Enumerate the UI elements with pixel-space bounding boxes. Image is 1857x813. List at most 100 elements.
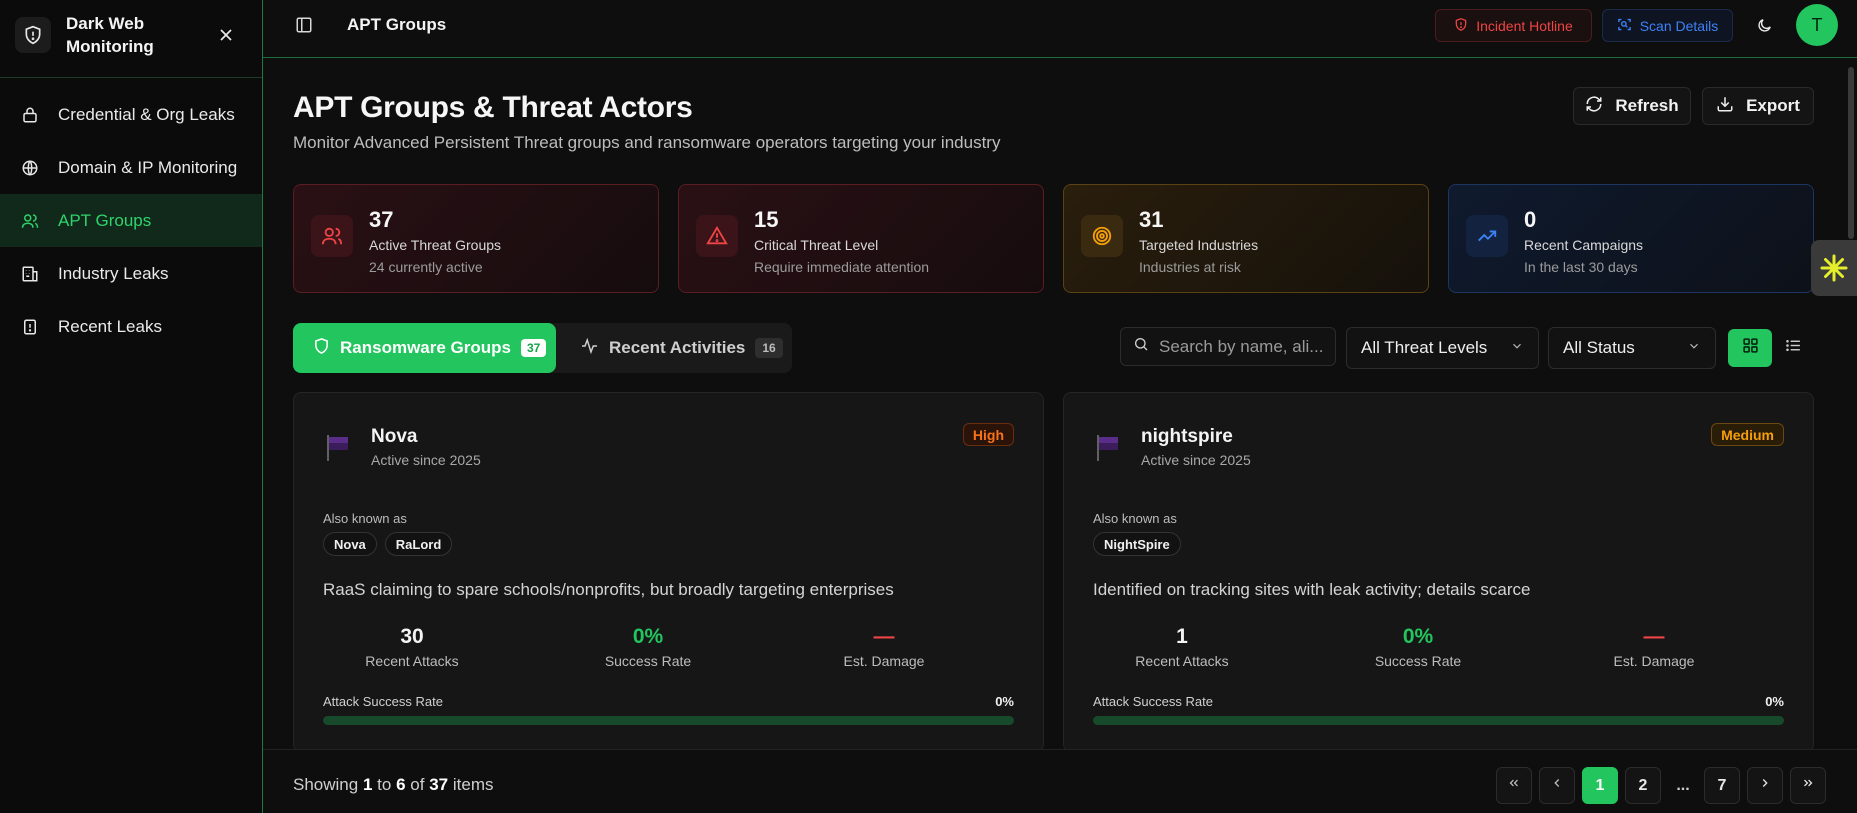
threat-level-badge: High [962, 423, 1014, 446]
chevron-down-icon [1510, 338, 1524, 358]
alias-list: NightSpire [1093, 532, 1181, 556]
scrollbar-thumb[interactable] [1848, 67, 1854, 239]
list-view-button[interactable] [1772, 329, 1814, 367]
metric-value: — [873, 625, 895, 648]
metric-est-damage: — Est. Damage [1536, 625, 1772, 669]
threat-level-select[interactable]: All Threat Levels [1346, 327, 1539, 369]
pagination-summary: Showing 1 to 6 of 37 items [293, 775, 493, 795]
sidebar-item-label: Recent Leaks [58, 316, 162, 336]
search-input[interactable]: Search by name, ali... [1120, 327, 1336, 366]
refresh-button[interactable]: Refresh [1573, 87, 1691, 125]
next-page-button[interactable] [1747, 767, 1783, 804]
page-title: APT Groups & Threat Actors [293, 91, 693, 124]
sidebar-toggle-icon[interactable] [295, 16, 317, 36]
last-page-button[interactable] [1790, 767, 1826, 804]
incident-hotline-label: Incident Hotline [1476, 17, 1573, 34]
moon-icon[interactable] [1753, 14, 1775, 36]
sidebar-item-recent-leaks[interactable]: Recent Leaks [0, 300, 262, 353]
building-icon [20, 264, 40, 284]
group-description: Identified on tracking sites with leak a… [1093, 580, 1531, 599]
grid-icon [1742, 337, 1759, 359]
search-placeholder: Search by name, ali... [1159, 336, 1324, 356]
stat-sub: Industries at risk [1139, 259, 1241, 275]
flag-icon [1096, 433, 1120, 463]
topbar: APT Groups Incident Hotline Scan Details… [263, 0, 1857, 58]
page-breadcrumb: APT Groups [347, 15, 447, 34]
pagination-footer: Showing 1 to 6 of 37 items 1 2 ... 7 [263, 749, 1857, 813]
target-icon [1081, 215, 1123, 257]
tab-bar: Ransomware Groups 37 Recent Activities 1… [293, 323, 792, 373]
scan-icon [1617, 17, 1632, 35]
page-button-2[interactable]: 2 [1625, 767, 1661, 804]
grid-view-button[interactable] [1728, 329, 1772, 367]
metric-success-rate: 0% Success Rate [530, 625, 766, 669]
threat-level-value: All Threat Levels [1361, 338, 1488, 357]
sidebar-item-credential-leaks[interactable]: Credential & Org Leaks [0, 88, 262, 141]
users-icon [311, 215, 353, 257]
page-button-1[interactable]: 1 [1582, 767, 1618, 804]
metric-value: 30 [400, 625, 424, 648]
avatar[interactable]: T [1796, 4, 1838, 46]
metric-label: Est. Damage [1613, 653, 1695, 669]
tab-count-badge: 16 [755, 338, 783, 358]
metric-label: Success Rate [604, 653, 692, 669]
metric-value: 0% [632, 625, 664, 648]
of-word: of [410, 775, 425, 794]
sidebar-nav: Credential & Org Leaks Domain & IP Monit… [0, 88, 262, 353]
sidebar: Dark Web Monitoring Credential & Org Lea… [0, 0, 263, 813]
assistant-icon[interactable] [1811, 240, 1857, 296]
page-button-7[interactable]: 7 [1704, 767, 1740, 804]
alias-list: Nova RaLord [323, 532, 453, 556]
sidebar-header: Dark Web Monitoring [0, 0, 262, 78]
refresh-icon [1585, 95, 1603, 118]
page-subtitle: Monitor Advanced Persistent Threat group… [293, 133, 1001, 152]
range-from: 1 [362, 775, 373, 794]
chevron-down-icon [1687, 338, 1701, 358]
threat-group-card[interactable]: nightspire Active since 2025 Medium Also… [1063, 392, 1814, 752]
trending-up-icon [1466, 215, 1508, 257]
tab-recent-activities[interactable]: Recent Activities 16 [556, 323, 792, 373]
shield-alert-icon [1454, 17, 1468, 35]
main-content: APT Groups & Threat Actors Monitor Advan… [263, 59, 1857, 752]
close-icon[interactable] [215, 24, 237, 46]
metric-success-rate: 0% Success Rate [1300, 625, 1536, 669]
active-since: Active since 2025 [371, 452, 481, 468]
search-icon [1133, 336, 1149, 357]
group-description: RaaS claiming to spare schools/nonprofit… [323, 580, 894, 599]
app-title: Dark Web Monitoring [66, 14, 154, 56]
incident-hotline-button[interactable]: Incident Hotline [1435, 9, 1592, 42]
sidebar-item-label: Credential & Org Leaks [58, 104, 235, 124]
chevrons-right-icon [1801, 776, 1815, 795]
stat-sub: In the last 30 days [1524, 259, 1638, 275]
tab-ransomware-groups[interactable]: Ransomware Groups 37 [293, 323, 556, 373]
attack-success-value: 0% [995, 694, 1014, 709]
attack-success-bar [323, 716, 1014, 725]
status-value: All Status [1563, 338, 1635, 357]
prev-page-button[interactable] [1539, 767, 1575, 804]
stat-card-targeted-industries: 31 Targeted Industries Industries at ris… [1063, 184, 1429, 293]
alias-chip: RaLord [384, 532, 453, 556]
sidebar-item-apt-groups[interactable]: APT Groups [0, 194, 262, 247]
scan-details-button[interactable]: Scan Details [1602, 9, 1733, 42]
threat-group-card[interactable]: Nova Active since 2025 High Also known a… [293, 392, 1044, 752]
chevron-left-icon [1550, 776, 1564, 795]
stat-card-recent-campaigns: 0 Recent Campaigns In the last 30 days [1448, 184, 1814, 293]
stat-sub: 24 currently active [369, 259, 483, 275]
sidebar-item-domain-ip[interactable]: Domain & IP Monitoring [0, 141, 262, 194]
export-button[interactable]: Export [1702, 87, 1814, 125]
group-name: nightspire [1141, 426, 1233, 447]
tab-label: Ransomware Groups [340, 338, 511, 357]
stat-label: Critical Threat Level [754, 237, 879, 253]
alias-chip: NightSpire [1093, 532, 1181, 556]
export-label: Export [1746, 96, 1800, 115]
items-word: items [452, 775, 494, 794]
scrollbar[interactable] [1845, 59, 1857, 749]
first-page-button[interactable] [1496, 767, 1532, 804]
status-select[interactable]: All Status [1548, 327, 1716, 369]
chevron-right-icon [1758, 776, 1772, 795]
metric-value: 0% [1402, 625, 1434, 648]
stat-value: 15 [754, 207, 779, 232]
stat-card-critical-level: 15 Critical Threat Level Require immedia… [678, 184, 1044, 293]
users-icon [20, 211, 40, 231]
sidebar-item-industry-leaks[interactable]: Industry Leaks [0, 247, 262, 300]
